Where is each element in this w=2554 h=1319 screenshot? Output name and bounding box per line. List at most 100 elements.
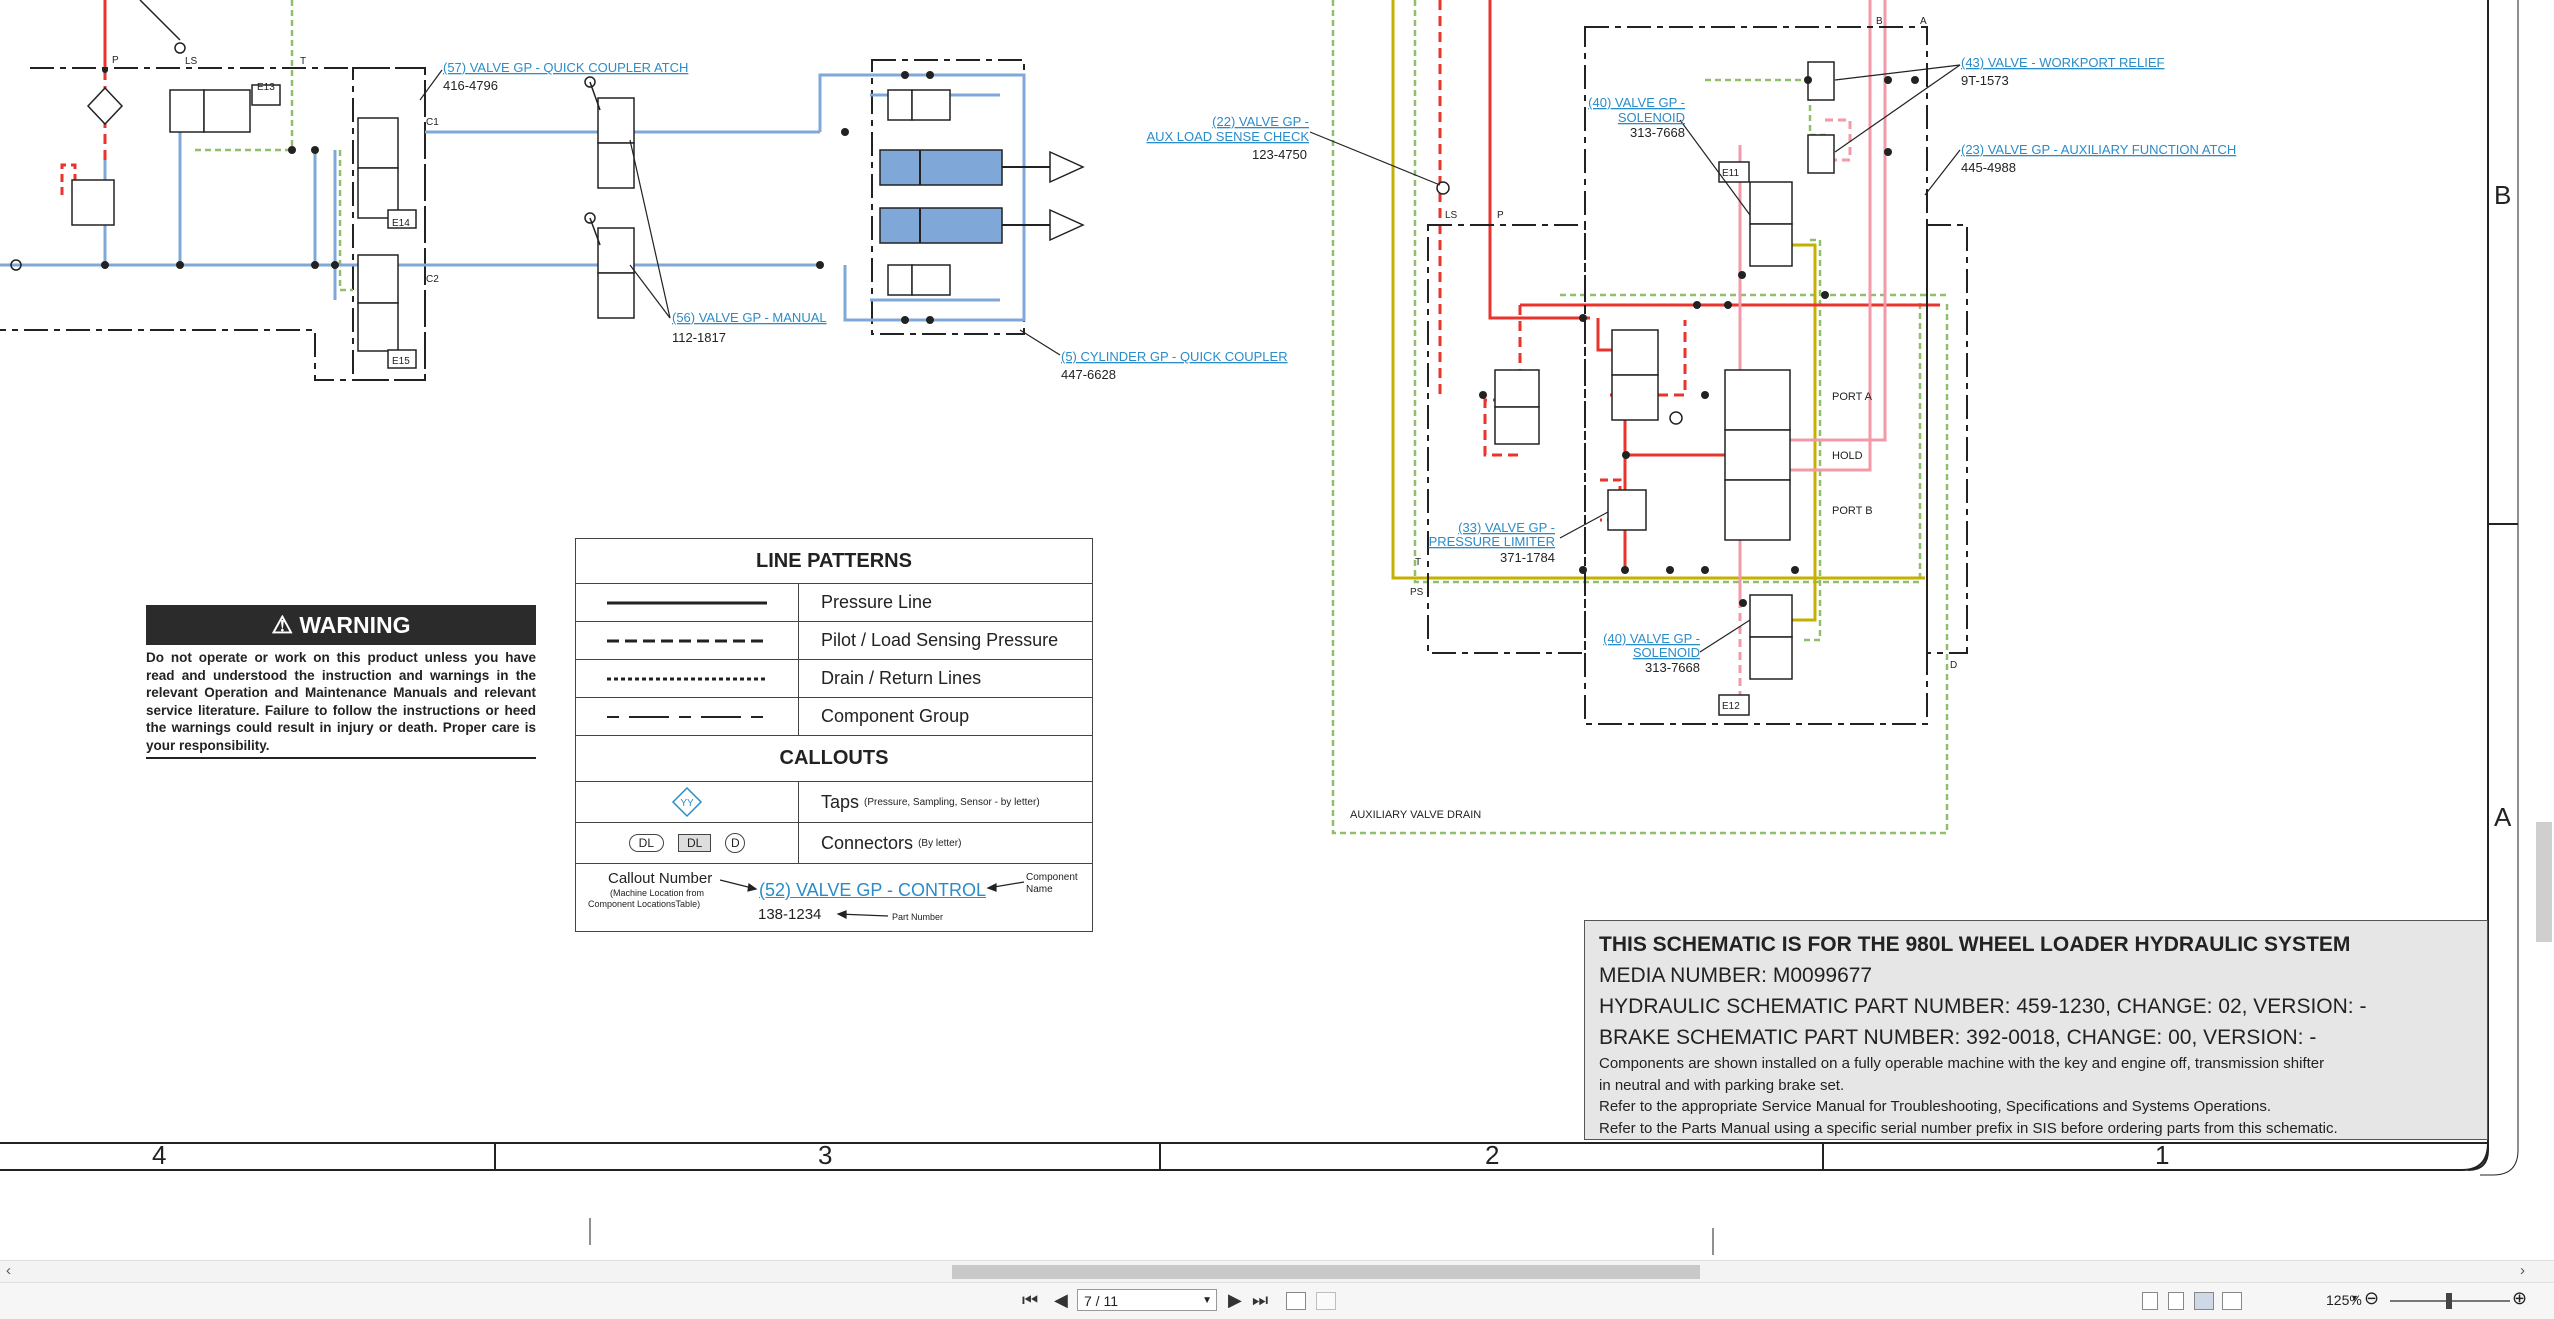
page-number-value: 7 / 11 xyxy=(1084,1293,1118,1309)
callout-33-link-line1[interactable]: (33) VALVE GP - xyxy=(1458,520,1555,535)
warning-title: WARNING xyxy=(299,612,411,638)
two-page-continuous-view-icon[interactable] xyxy=(2222,1292,2242,1310)
label-port-a: PORT A xyxy=(1832,391,1873,403)
info-title: THIS SCHEMATIC IS FOR THE 980L WHEEL LOA… xyxy=(1599,933,2351,956)
callout-57-link[interactable]: (57) VALVE GP - QUICK COUPLER ATCH xyxy=(443,60,688,75)
legend-row-taps: YY Taps (Pressure, Sampling, Sensor - by … xyxy=(576,782,1092,823)
label-ps: PS xyxy=(1410,587,1424,598)
grid-col-1: 1 xyxy=(2155,1140,2170,1170)
legend-taps-note: (Pressure, Sampling, Sensor - by letter) xyxy=(864,796,1040,808)
single-page-view-icon[interactable] xyxy=(2142,1292,2158,1310)
label-e12: E12 xyxy=(1722,701,1740,712)
callout-40a-link-line2[interactable]: SOLENOID xyxy=(1618,110,1685,125)
label-d: D xyxy=(1950,660,1957,671)
label-c1: C1 xyxy=(426,117,439,128)
warning-header: ⚠ WARNING xyxy=(146,605,536,645)
legend-pressure-line-label: Pressure Line xyxy=(821,592,933,612)
schematic-info-box: THIS SCHEMATIC IS FOR THE 980L WHEEL LOA… xyxy=(1584,920,2488,1140)
horizontal-scrollbar-thumb[interactable] xyxy=(952,1265,1700,1279)
previous-page-icon[interactable]: ◀ xyxy=(1054,1290,1068,1311)
legend-row-drain: Drain / Return Lines xyxy=(576,660,1092,698)
label-c2: C2 xyxy=(426,274,439,285)
label-e11: E11 xyxy=(1722,168,1739,179)
callout-56-link[interactable]: (56) VALVE GP - MANUAL xyxy=(672,310,827,325)
vertical-scrollbar-thumb[interactable] xyxy=(2536,822,2552,942)
next-page-icon[interactable]: ▶ xyxy=(1228,1290,1242,1311)
view-mode-icon-2[interactable] xyxy=(1316,1292,1336,1310)
label-ls-right: LS xyxy=(1445,210,1458,221)
info-note-2: in neutral and with parking brake set. xyxy=(1599,1076,1845,1094)
label-port-b: PORT B xyxy=(1832,505,1873,517)
legend-callout-sample: Callout Number (Machine Location from Co… xyxy=(576,864,1092,930)
legend-row-pilot: Pilot / Load Sensing Pressure xyxy=(576,622,1092,660)
document-viewport[interactable]: P LS T E13 E14 E15 C1 C2 (57) VALVE GP -… xyxy=(0,0,2554,1260)
grid-col-4: 4 xyxy=(152,1140,167,1170)
callout-40b-link-line2[interactable]: SOLENOID xyxy=(1633,645,1700,660)
callout-40b-link-line1[interactable]: (40) VALVE GP - xyxy=(1603,631,1700,646)
info-note-3: Refer to the appropriate Service Manual … xyxy=(1599,1098,2272,1115)
info-media-number: MEDIA NUMBER: M0099677 xyxy=(1599,964,1873,987)
scroll-right-arrow-icon[interactable]: › xyxy=(2520,1262,2525,1279)
legend-row-connectors: DL DL D Connectors (By letter) xyxy=(576,823,1092,864)
callout-33-part-number: 371-1784 xyxy=(1500,550,1555,565)
legend-taps-label: Taps xyxy=(821,791,860,812)
label-p: P xyxy=(112,55,119,66)
horizontal-scrollbar[interactable]: ‹ › xyxy=(0,1260,2554,1283)
connector-symbol-3: D xyxy=(725,833,746,853)
view-mode-icon-1[interactable] xyxy=(1286,1292,1306,1310)
info-brake-part: BRAKE SCHEMATIC PART NUMBER: 392-0018, C… xyxy=(1599,1026,2317,1049)
continuous-view-icon[interactable] xyxy=(2168,1292,2184,1310)
label-ls: LS xyxy=(185,56,198,67)
legend-callouts-title: CALLOUTS xyxy=(576,736,1092,782)
callout-57-part-number: 416-4796 xyxy=(443,78,498,93)
legend-row-component-group: Component Group xyxy=(576,698,1092,736)
callout-40b-part-number: 313-7668 xyxy=(1645,660,1700,675)
callout-40a-link-line1[interactable]: (40) VALVE GP - xyxy=(1588,95,1685,110)
legend-table: LINE PATTERNS Pressure Line Pilot / Load… xyxy=(575,538,1093,932)
last-page-icon[interactable]: ⏭ xyxy=(1252,1290,1268,1311)
info-hydraulic-part: HYDRAULIC SCHEMATIC PART NUMBER: 459-123… xyxy=(1599,995,2367,1018)
label-e14: E14 xyxy=(392,218,410,229)
callout-56-part-number: 112-1817 xyxy=(672,330,726,345)
first-page-icon[interactable]: ⏮ xyxy=(1022,1290,1038,1311)
zoom-out-icon[interactable]: ⊖ xyxy=(2364,1288,2379,1309)
callout-33-link-line2[interactable]: PRESSURE LIMITER xyxy=(1429,534,1555,549)
label-t: T xyxy=(300,56,306,67)
callout-22-link-line2[interactable]: AUX LOAD SENSE CHECK xyxy=(1146,129,1309,144)
callout-5-link[interactable]: (5) CYLINDER GP - QUICK COUPLER xyxy=(1061,349,1288,364)
connector-symbol-1: DL xyxy=(628,834,664,852)
grid-row-b: B xyxy=(2494,180,2512,210)
label-p-right: P xyxy=(1497,210,1504,221)
grid-col-3: 3 xyxy=(818,1140,833,1170)
scroll-left-arrow-icon[interactable]: ‹ xyxy=(6,1262,11,1279)
callout-43-part-number: 9T-1573 xyxy=(1961,73,2009,88)
legend-drain-label: Drain / Return Lines xyxy=(821,668,982,688)
callout-43-link[interactable]: (43) VALVE - WORKPORT RELIEF xyxy=(1961,55,2165,70)
two-page-view-icon[interactable] xyxy=(2194,1292,2214,1310)
label-e13: E13 xyxy=(257,82,275,93)
label-a: A xyxy=(1920,16,1927,27)
zoom-dropdown-icon[interactable]: ▾ xyxy=(2352,1293,2357,1304)
viewer-toolbar: ⏮ ◀ 7 / 11 ▼ ▶ ⏭ 125% ▾ ⊖ ⊕ xyxy=(0,1282,2554,1319)
legend-component-group-label: Component Group xyxy=(821,706,970,726)
legend-pilot-label: Pilot / Load Sensing Pressure xyxy=(821,630,1059,650)
warning-text: Do not operate or work on this product u… xyxy=(146,649,536,759)
label-hold: HOLD xyxy=(1832,450,1863,462)
label-e15: E15 xyxy=(392,356,410,367)
page-dropdown-icon[interactable]: ▼ xyxy=(1202,1290,1212,1312)
zoom-in-icon[interactable]: ⊕ xyxy=(2512,1288,2527,1309)
zoom-slider-handle[interactable] xyxy=(2446,1293,2452,1309)
legend-connectors-note: (By letter) xyxy=(918,837,962,849)
tap-symbol-text: YY xyxy=(680,798,694,809)
warning-box: ⚠ WARNING Do not operate or work on this… xyxy=(146,605,536,759)
legend-connectors-label: Connectors xyxy=(821,832,914,853)
page-number-field[interactable]: 7 / 11 ▼ xyxy=(1077,1289,1217,1311)
info-note-4: Refer to the Parts Manual using a specif… xyxy=(1599,1119,2338,1137)
callout-23-link[interactable]: (23) VALVE GP - AUXILIARY FUNCTION ATCH xyxy=(1961,142,2236,157)
connector-symbol-2: DL xyxy=(678,834,712,852)
callout-22-link-line1[interactable]: (22) VALVE GP - xyxy=(1212,114,1309,129)
legend-line-patterns-title: LINE PATTERNS xyxy=(576,539,1092,584)
callout-22-part-number: 123-4750 xyxy=(1252,147,1307,162)
warning-triangle-icon: ⚠ xyxy=(271,612,293,639)
grid-row-a: A xyxy=(2494,802,2512,832)
